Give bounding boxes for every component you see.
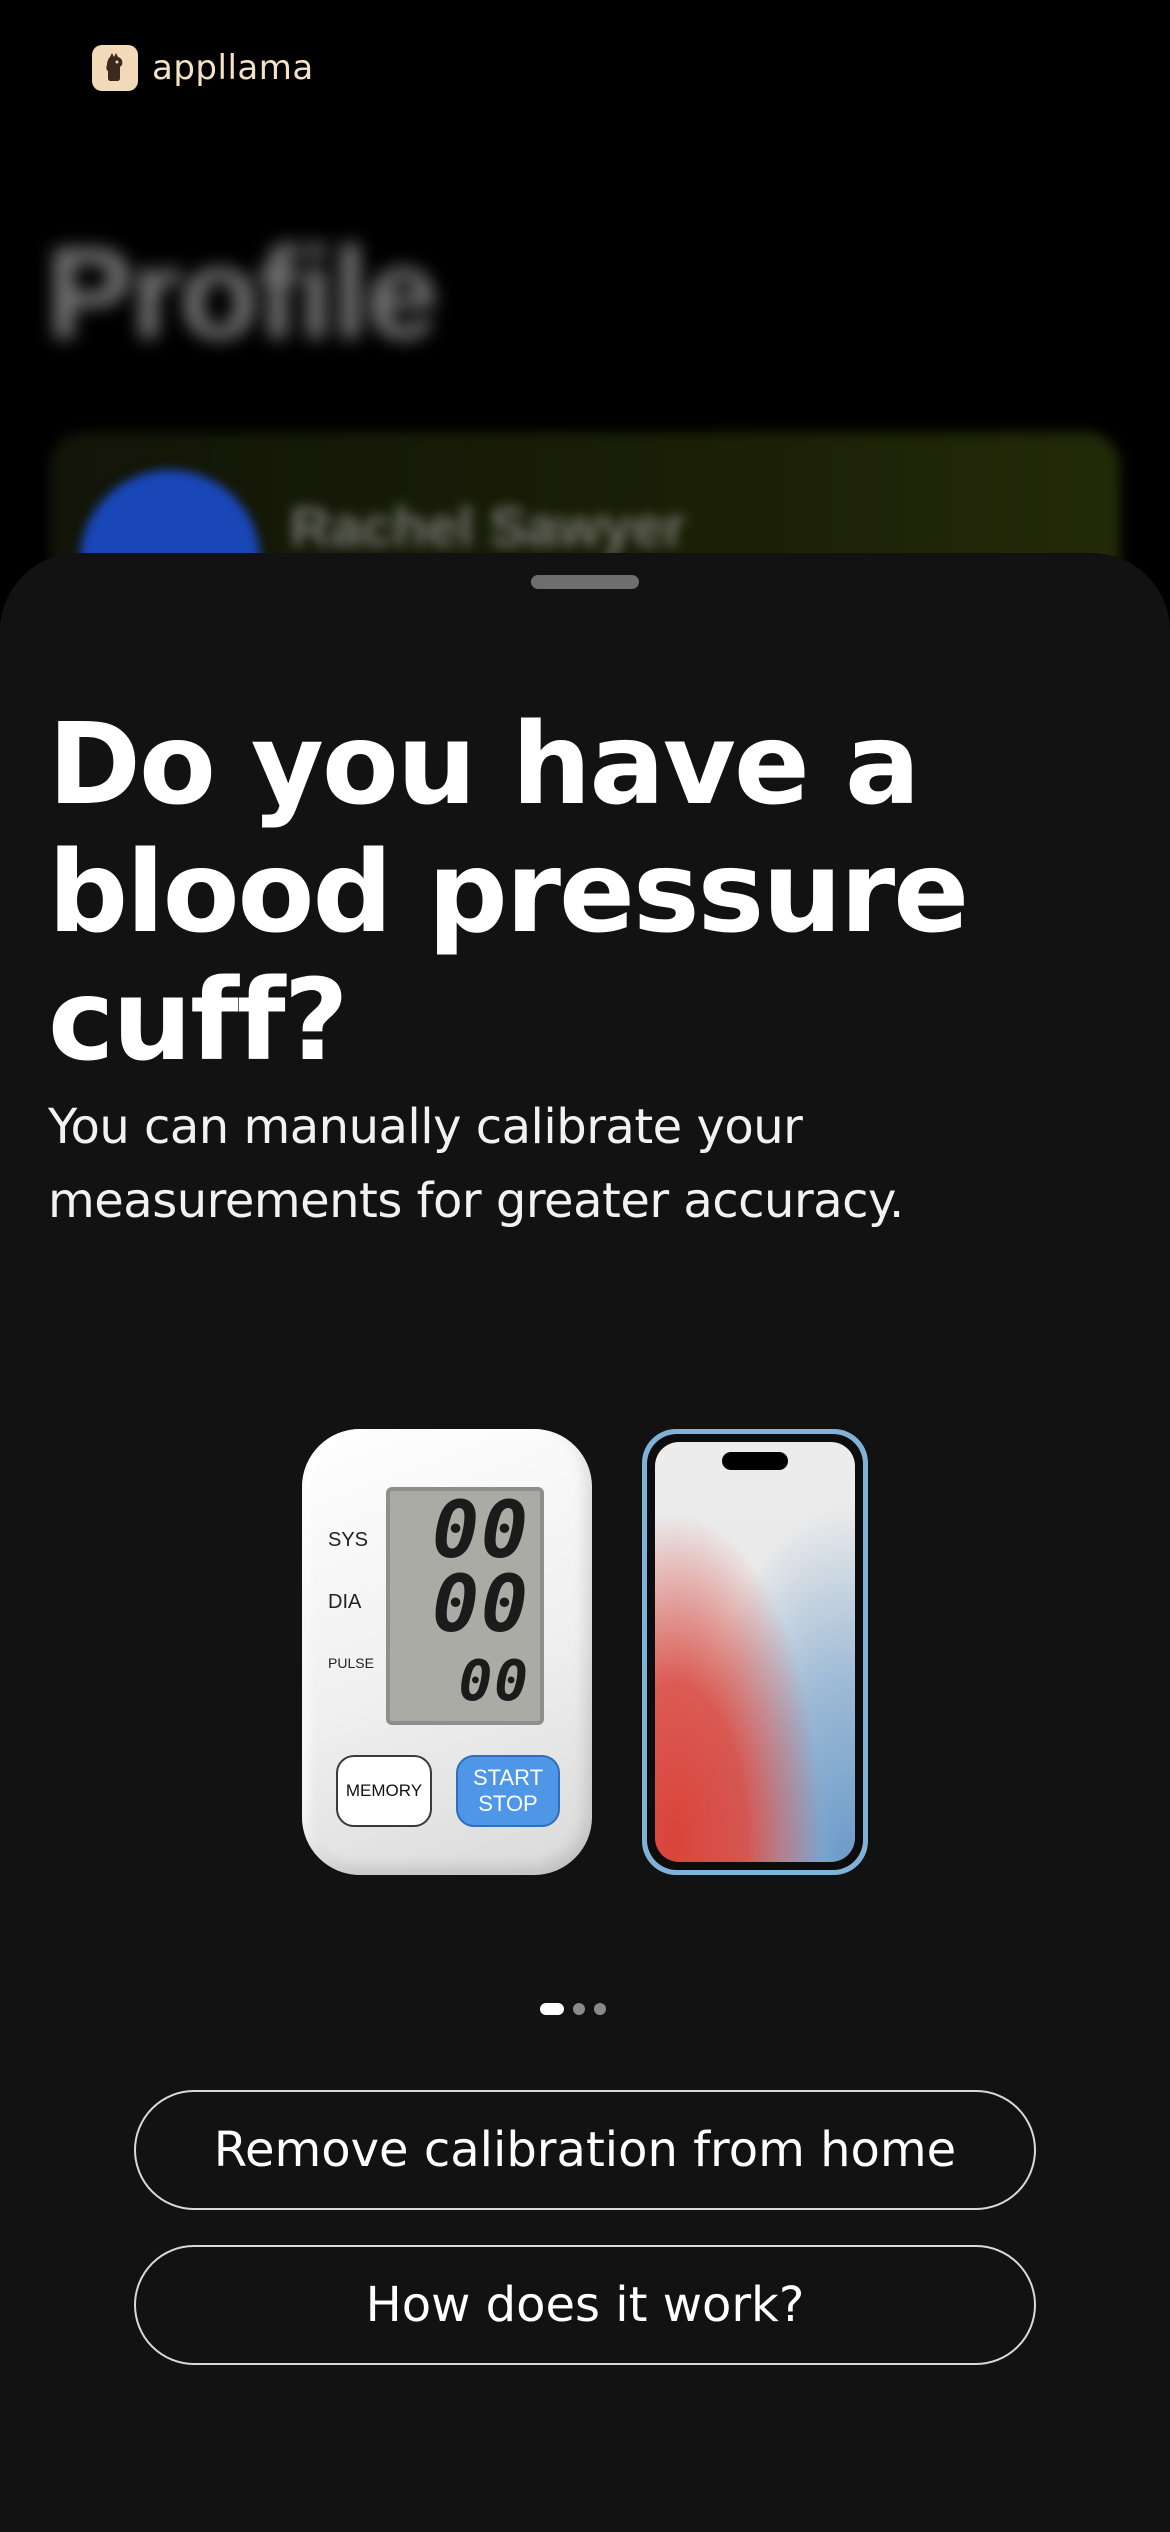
monitor-label-pulse: PULSE xyxy=(328,1655,374,1671)
monitor-memory-button: MEMORY xyxy=(336,1755,432,1827)
page-dot-2[interactable] xyxy=(573,2003,585,2015)
lcd-pulse-value: 00 xyxy=(458,1649,530,1714)
page-dot-1[interactable] xyxy=(540,2003,564,2015)
llama-logo-icon xyxy=(92,45,138,91)
brand-header: appllama xyxy=(92,44,314,92)
monitor-start-label: START xyxy=(472,1765,544,1790)
monitor-lcd-screen: 00 00 00 xyxy=(386,1487,544,1725)
how-does-it-work-button[interactable]: How does it work? xyxy=(134,2245,1036,2365)
brand-name: appllama xyxy=(152,48,314,88)
profile-name: Rachel Sawyer xyxy=(290,495,686,558)
monitor-start-stop-button: START STOP xyxy=(456,1755,560,1827)
lcd-dia-value: 00 xyxy=(432,1560,530,1650)
remove-calibration-button[interactable]: Remove calibration from home xyxy=(134,2090,1036,2210)
monitor-stop-label: STOP xyxy=(478,1791,538,1816)
sheet-grabber-handle[interactable] xyxy=(531,575,639,589)
calibration-bottom-sheet: Do you have a blood pressure cuff? You c… xyxy=(0,553,1170,2532)
monitor-label-dia: DIA xyxy=(328,1591,362,1613)
calibration-illustration: SYS DIA PULSE 00 00 00 MEMORY START STOP xyxy=(302,1429,868,1879)
pagination-dots xyxy=(540,2003,606,2015)
monitor-label-sys: SYS xyxy=(328,1529,369,1551)
phone-screen xyxy=(655,1442,855,1862)
background-profile-screen: appllama Profile Rachel Sawyer xyxy=(0,0,1170,620)
page-title: Profile xyxy=(46,220,439,366)
sheet-headline: Do you have a blood pressure cuff? xyxy=(48,700,969,1086)
page-dot-3[interactable] xyxy=(594,2003,606,2015)
smartphone-icon xyxy=(642,1429,868,1875)
blood-pressure-monitor-icon: SYS DIA PULSE 00 00 00 MEMORY START STOP xyxy=(302,1429,592,1875)
sheet-description: You can manually calibrate your measurem… xyxy=(48,1099,904,1229)
dynamic-island xyxy=(722,1452,788,1470)
